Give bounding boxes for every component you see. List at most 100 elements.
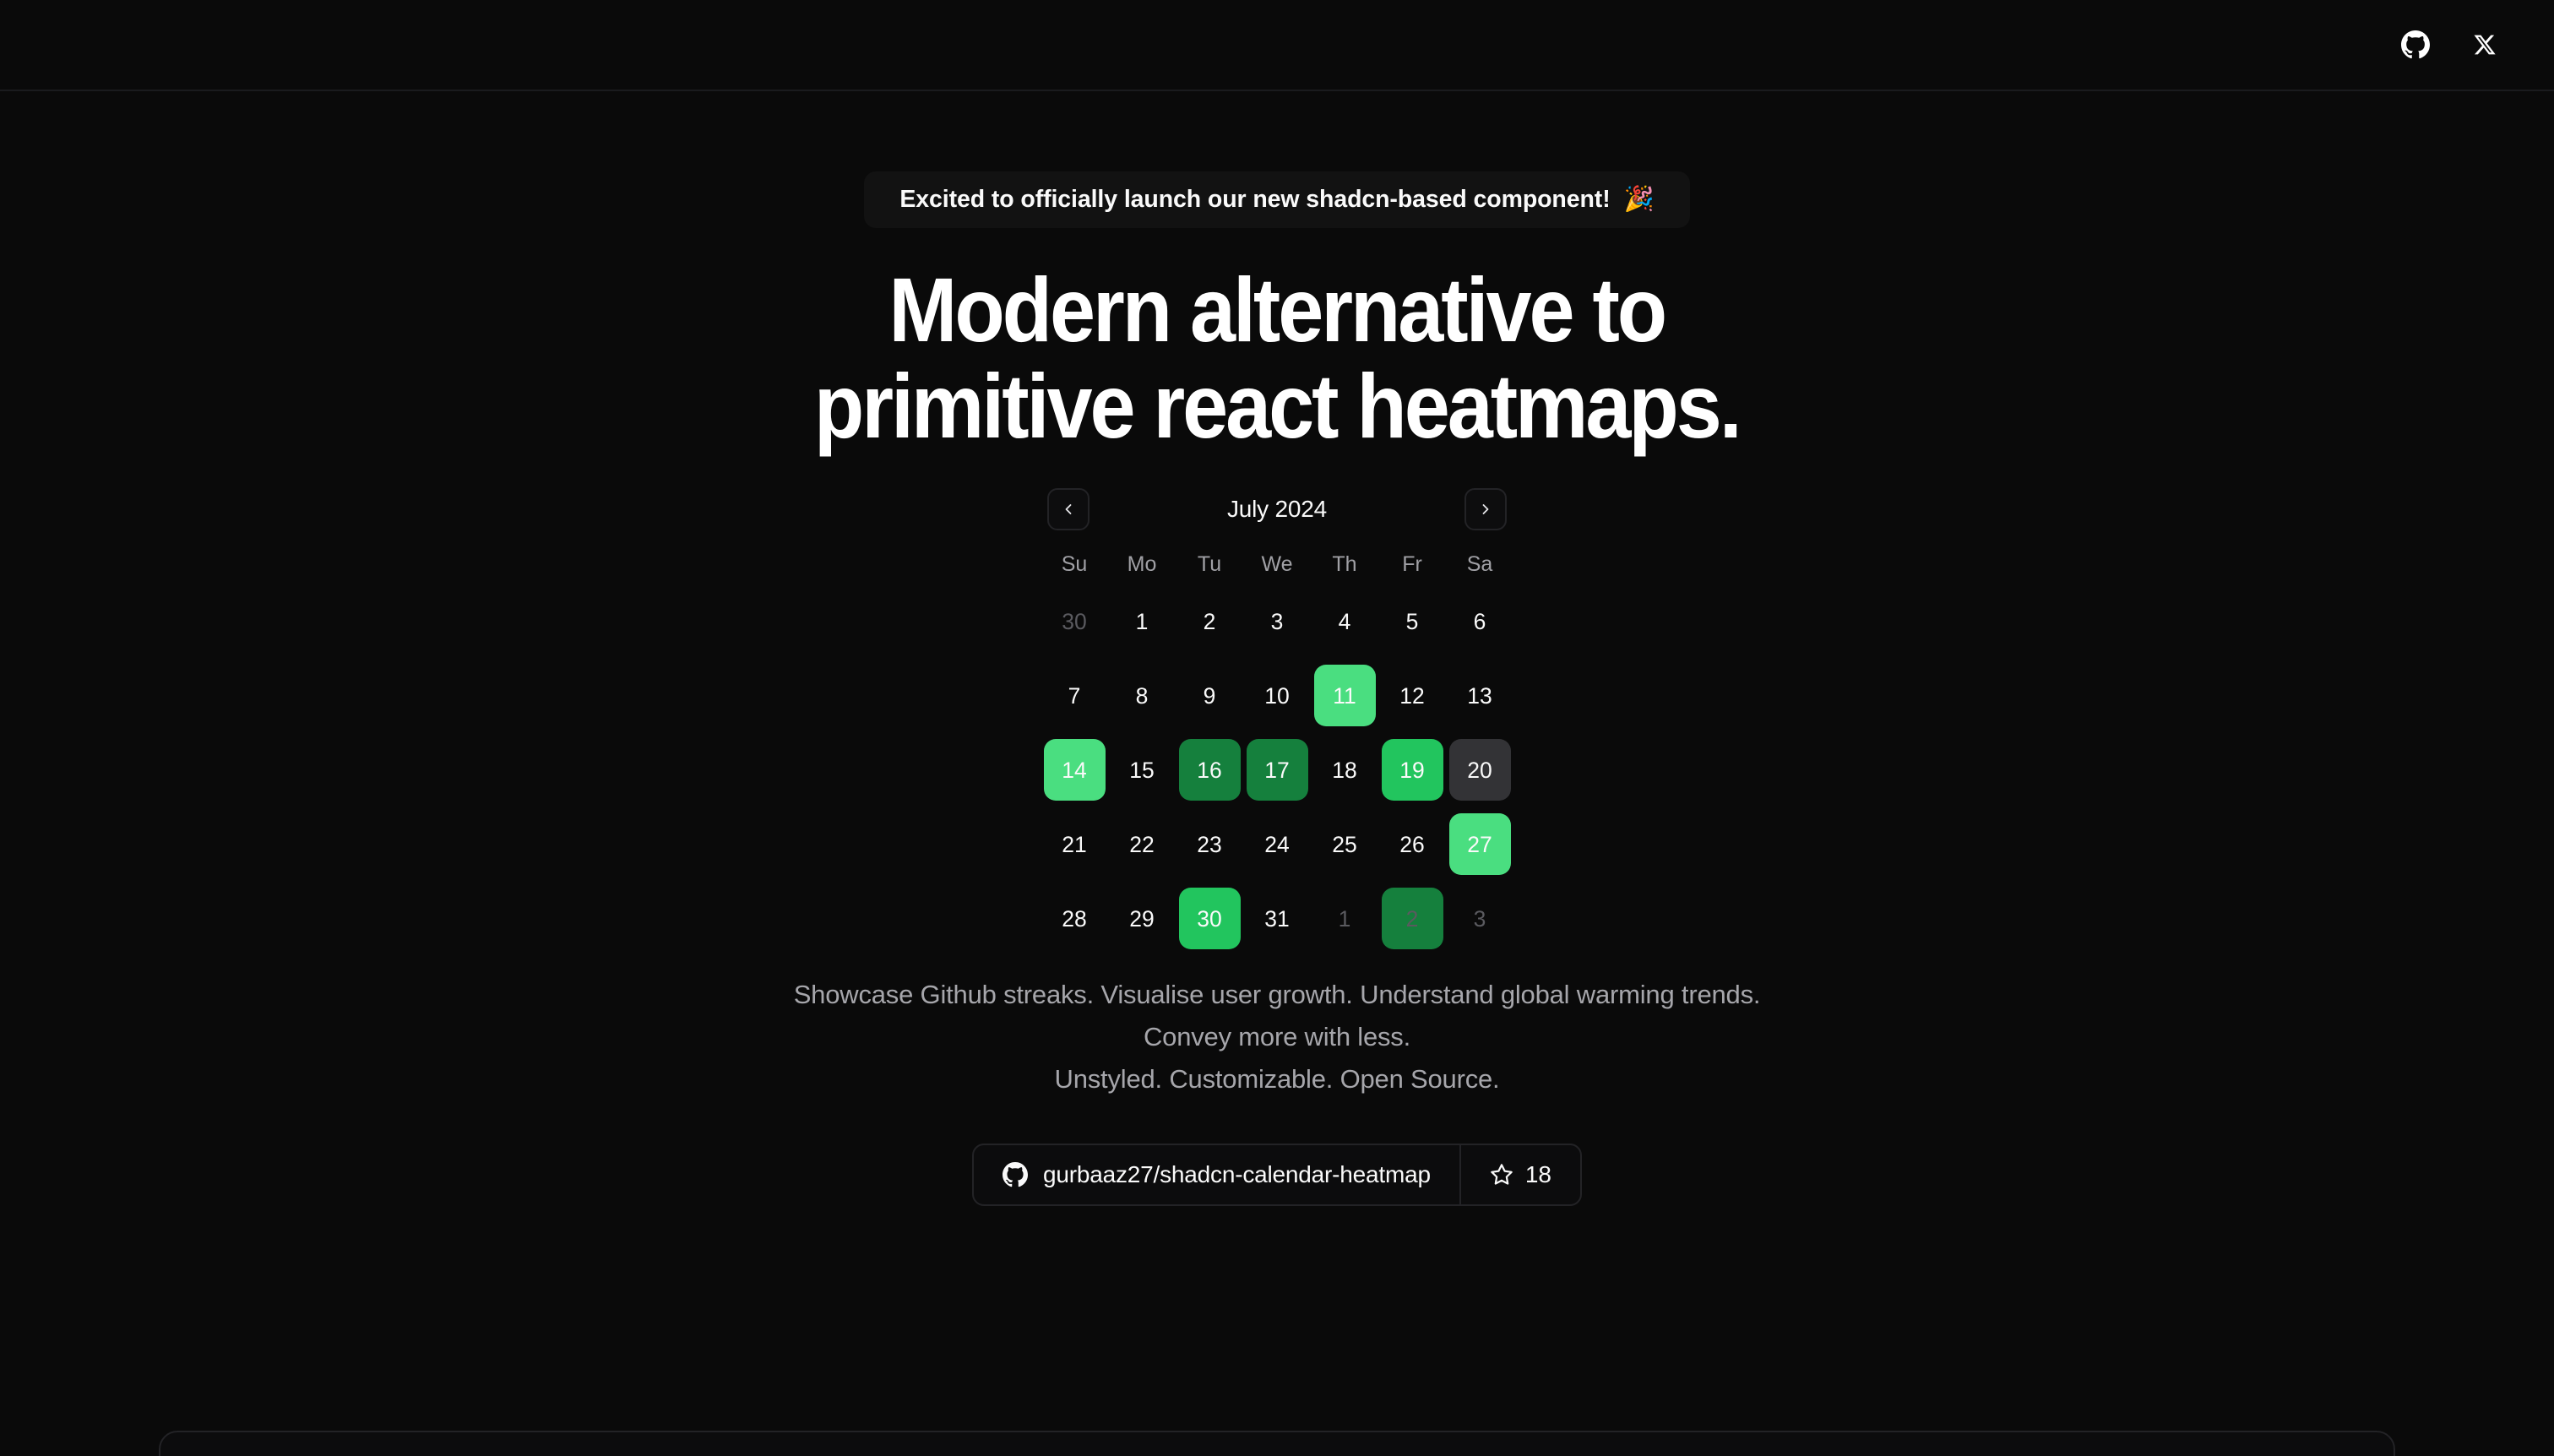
calendar-cell: 1 (1311, 884, 1378, 953)
headline-line-1: Modern alternative to (888, 258, 1668, 361)
calendar-day-2[interactable]: 2 (1179, 590, 1241, 652)
weekday-sa: Sa (1466, 552, 1493, 577)
weekday-th: Th (1332, 552, 1357, 577)
calendar-week-row: 14 15 16 17 18 19 20 (1041, 736, 1513, 805)
calendar-weekday-header: Su Mo Tu We Th Fr Sa (1041, 548, 1513, 582)
calendar-day-4[interactable]: 4 (1314, 590, 1376, 652)
calendar-cell: 6 (1446, 587, 1513, 656)
calendar-cell: 5 (1378, 587, 1446, 656)
calendar-day-30[interactable]: 30 (1178, 888, 1241, 950)
calendar-cell: 31 (1243, 884, 1311, 953)
calendar-day-27[interactable]: 27 (1448, 813, 1511, 876)
calendar-day-24[interactable]: 24 (1247, 813, 1308, 875)
calendar-day-3[interactable]: 3 (1449, 888, 1511, 949)
calendar-cell: 25 (1311, 810, 1378, 879)
calendar-cell: 1 (1108, 587, 1176, 656)
description-line-2: Convey more with less. (1143, 1022, 1411, 1052)
calendar-week-row: 21 22 23 24 25 26 27 (1041, 810, 1513, 879)
calendar-day-2[interactable]: 2 (1381, 888, 1443, 950)
announcement-banner[interactable]: Excited to officially launch our new sha… (864, 171, 1690, 228)
calendar-week-row: 30 1 2 3 4 5 6 (1041, 587, 1513, 656)
x-twitter-icon[interactable] (2468, 28, 2502, 62)
header-icon-group (2399, 28, 2502, 62)
calendar-day-9[interactable]: 9 (1179, 665, 1241, 726)
calendar-day-29[interactable]: 29 (1111, 888, 1173, 949)
calendar-cell: 30 (1041, 587, 1108, 656)
calendar-heatmap: July 2024 Su Mo Tu We Th Fr Sa 30 1 2 3 4 5 6 7 8 9 10 11… (1041, 486, 1513, 953)
calendar-cell: 3 (1446, 884, 1513, 953)
calendar-cell: 18 (1311, 736, 1378, 805)
calendar-day-25[interactable]: 25 (1314, 813, 1376, 875)
calendar-day-5[interactable]: 5 (1382, 590, 1443, 652)
calendar-day-3[interactable]: 3 (1247, 590, 1308, 652)
calendar-day-12[interactable]: 12 (1382, 665, 1443, 726)
calendar-week-row: 28 29 30 31 1 2 3 (1041, 884, 1513, 953)
repo-name-label: gurbaaz27/shadcn-calendar-heatmap (1043, 1160, 1431, 1187)
page-root: Excited to officially launch our new sha… (0, 0, 2554, 1456)
calendar-day-22[interactable]: 22 (1111, 813, 1173, 875)
weekday-fr: Fr (1402, 552, 1422, 577)
calendar-cell: 20 (1446, 736, 1513, 805)
description-line-3: Unstyled. Customizable. Open Source. (1054, 1064, 1500, 1095)
calendar-day-21[interactable]: 21 (1044, 813, 1106, 875)
calendar-day-7[interactable]: 7 (1044, 665, 1106, 726)
headline-line-2: primitive react heatmaps. (814, 355, 1742, 458)
calendar-cell: 14 (1041, 736, 1108, 805)
calendar-day-17[interactable]: 17 (1246, 739, 1308, 801)
calendar-cell: 30 (1176, 884, 1243, 953)
hero-section: Excited to officially launch our new sha… (0, 91, 2554, 1456)
next-month-button[interactable] (1464, 487, 1507, 530)
calendar-day-18[interactable]: 18 (1314, 739, 1376, 801)
calendar-cell: 7 (1041, 661, 1108, 731)
calendar-cell: 23 (1176, 810, 1243, 879)
previous-month-button[interactable] (1047, 487, 1090, 530)
repo-link[interactable]: gurbaaz27/shadcn-calendar-heatmap (974, 1145, 1459, 1204)
calendar-month-label: July 2024 (1226, 495, 1328, 522)
calendar-cell: 11 (1311, 661, 1378, 731)
description-text: Showcase Github streaks. Visualise user … (794, 974, 1761, 1101)
calendar-cell: 13 (1446, 661, 1513, 731)
calendar-cell: 4 (1311, 587, 1378, 656)
calendar-week-row: 7 8 9 10 11 12 13 (1041, 661, 1513, 731)
calendar-cell: 15 (1108, 736, 1176, 805)
calendar-day-14[interactable]: 14 (1043, 739, 1106, 801)
site-header (0, 0, 2554, 91)
calendar-day-26[interactable]: 26 (1382, 813, 1443, 875)
calendar-day-28[interactable]: 28 (1044, 888, 1106, 949)
calendar-cell: 10 (1243, 661, 1311, 731)
calendar-day-23[interactable]: 23 (1179, 813, 1241, 875)
bottom-panel-edge (159, 1431, 2395, 1456)
calendar-day-8[interactable]: 8 (1111, 665, 1173, 726)
calendar-day-13[interactable]: 13 (1449, 665, 1511, 726)
calendar-cell: 26 (1378, 810, 1446, 879)
calendar-day-15[interactable]: 15 (1111, 739, 1173, 801)
star-count-label: 18 (1524, 1160, 1551, 1187)
github-icon[interactable] (2399, 28, 2432, 62)
calendar-day-20[interactable]: 20 (1448, 739, 1511, 801)
calendar-cell: 24 (1243, 810, 1311, 879)
calendar-day-1[interactable]: 1 (1111, 590, 1173, 652)
star-icon (1490, 1163, 1513, 1187)
party-popper-icon: 🎉 (1623, 186, 1655, 213)
calendar-cell: 21 (1041, 810, 1108, 879)
star-button[interactable]: 18 (1459, 1144, 1580, 1204)
calendar-cell: 17 (1243, 736, 1311, 805)
calendar-cell: 27 (1446, 810, 1513, 879)
calendar-grid: 30 1 2 3 4 5 6 7 8 9 10 11 12 13 14 15 16 17 18 19 20 21 22 23 2… (1041, 587, 1513, 953)
calendar-day-31[interactable]: 31 (1247, 888, 1308, 949)
calendar-cell: 16 (1176, 736, 1243, 805)
calendar-cell: 12 (1378, 661, 1446, 731)
calendar-day-1[interactable]: 1 (1314, 888, 1376, 949)
calendar-cell: 29 (1108, 884, 1176, 953)
calendar-day-6[interactable]: 6 (1449, 590, 1511, 652)
calendar-day-16[interactable]: 16 (1178, 739, 1241, 801)
calendar-day-10[interactable]: 10 (1247, 665, 1308, 726)
calendar-cell: 19 (1378, 736, 1446, 805)
calendar-day-19[interactable]: 19 (1381, 739, 1443, 801)
github-icon (1003, 1161, 1028, 1187)
calendar-day-30[interactable]: 30 (1044, 590, 1106, 652)
calendar-cell: 2 (1176, 587, 1243, 656)
calendar-day-11[interactable]: 11 (1313, 665, 1376, 727)
description-line-1: Showcase Github streaks. Visualise user … (793, 979, 1761, 1009)
weekday-we: We (1261, 552, 1293, 577)
